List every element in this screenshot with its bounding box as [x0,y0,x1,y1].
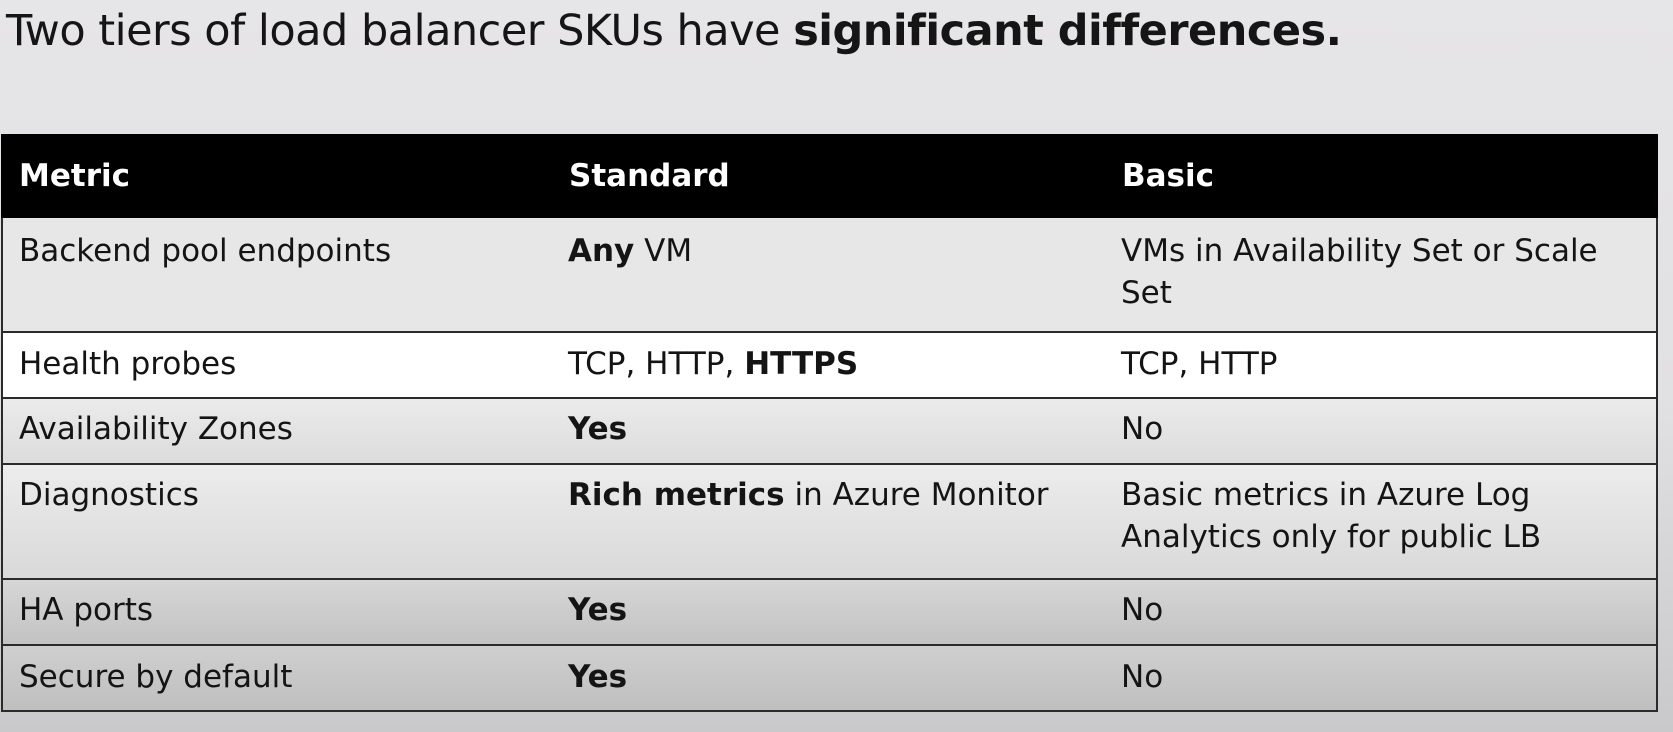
basic-cell: No [1105,397,1658,465]
header-metric: Metric [1,134,553,218]
title-text: Two tiers of load balancer SKUs have [6,6,794,56]
metric-cell: Backend pool endpoints [1,216,552,333]
metric-cell: Diagnostics [1,463,552,580]
standard-text: TCP, HTTP, [568,346,745,382]
standard-emphasis: Yes [568,659,628,695]
basic-cell: VMs in Availability Set or Scale Set [1105,216,1658,333]
basic-text: TCP, HTTP [1121,346,1278,382]
metric-cell: Secure by default [1,644,552,712]
basic-text: No [1121,592,1164,628]
standard-cell: Yes [552,644,1105,712]
basic-cell: No [1105,578,1658,646]
metric-cell: Health probes [1,331,552,399]
table-row: Diagnostics Rich metrics in Azure Monito… [1,463,1658,580]
standard-cell: Yes [552,397,1105,465]
basic-text: No [1121,659,1164,695]
table-row: HA ports Yes No [1,578,1658,646]
table-row: Backend pool endpoints Any VM VMs in Ava… [1,216,1658,333]
header-standard: Standard [551,134,1106,218]
standard-text: in Azure Monitor [784,477,1049,513]
basic-text: VMs in Availability Set or Scale Set [1121,233,1598,311]
standard-text: VM [634,233,693,269]
basic-text: No [1121,411,1164,447]
metric-cell: Availability Zones [1,397,552,465]
basic-text: Basic metrics in Azure Log Analytics onl… [1121,477,1542,555]
table-row: Availability Zones Yes No [1,397,1658,465]
table-header-row: Metric Standard Basic [1,134,1658,218]
standard-emphasis: Any [568,233,635,269]
standard-cell: TCP, HTTP, HTTPS [552,331,1105,399]
standard-emphasis: Rich metrics [568,477,785,513]
table-row: Secure by default Yes No [1,644,1658,712]
sku-comparison-table: Metric Standard Basic Backend pool endpo… [1,134,1658,712]
page-title: Two tiers of load balancer SKUs have sig… [6,6,1342,56]
standard-emphasis: HTTPS [744,346,859,382]
title-emphasis: significant differences. [793,6,1342,56]
header-basic: Basic [1104,134,1658,218]
basic-cell: TCP, HTTP [1105,331,1658,399]
standard-cell: Any VM [552,216,1105,333]
standard-emphasis: Yes [568,592,628,628]
table-row: Health probes TCP, HTTP, HTTPS TCP, HTTP [1,331,1658,399]
basic-cell: No [1105,644,1658,712]
standard-cell: Yes [552,578,1105,646]
standard-emphasis: Yes [568,411,628,447]
metric-cell: HA ports [1,578,552,646]
standard-cell: Rich metrics in Azure Monitor [552,463,1105,580]
basic-cell: Basic metrics in Azure Log Analytics onl… [1105,463,1658,580]
